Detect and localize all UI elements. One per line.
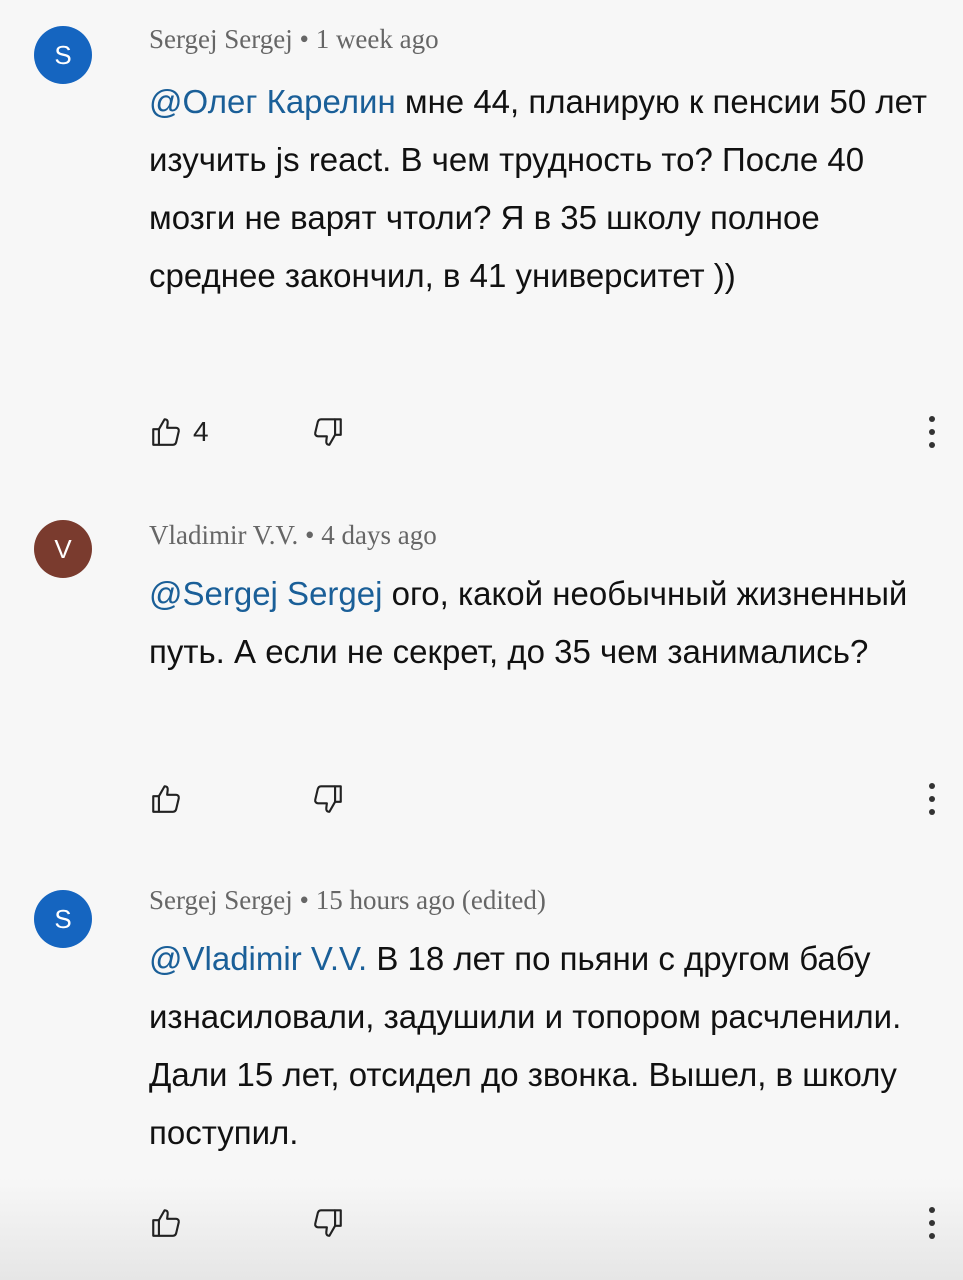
more-vertical-icon (929, 416, 935, 422)
comment-actions (149, 1198, 949, 1248)
avatar[interactable]: S (34, 890, 92, 948)
author-name[interactable]: Sergej Sergej (149, 885, 293, 915)
comment-actions: 4 (149, 407, 949, 457)
meta-separator: • (299, 885, 309, 915)
comment-meta: Vladimir V.V. • 4 days ago (149, 520, 437, 551)
author-name[interactable]: Vladimir V.V. (149, 520, 298, 550)
more-vertical-icon (929, 1207, 935, 1213)
like-count: 4 (193, 416, 209, 447)
more-vertical-icon (929, 783, 935, 789)
mention-link[interactable]: @Олег Карелин (149, 83, 396, 120)
dislike-button[interactable] (311, 1198, 345, 1248)
thumbs-up-icon (152, 785, 180, 813)
mention-link[interactable]: @Sergej Sergej (149, 575, 382, 612)
thumbs-down-icon (314, 418, 342, 446)
comment-text: @Sergej Sergej ого, какой необычный жизн… (149, 565, 949, 681)
comment-actions (149, 774, 949, 824)
more-options-button[interactable] (915, 774, 949, 824)
like-button[interactable] (149, 774, 193, 824)
dislike-button[interactable] (311, 774, 345, 824)
comment-text: @Олег Карелин мне 44, планирую к пенсии … (149, 73, 949, 305)
comment-meta: Sergej Sergej • 1 week ago (149, 24, 439, 55)
dislike-button[interactable] (311, 407, 345, 457)
like-button[interactable]: 4 (149, 407, 209, 457)
more-options-button[interactable] (915, 407, 949, 457)
comment-time: 1 week ago (315, 24, 439, 54)
mention-link[interactable]: @Vladimir V.V. (149, 940, 367, 977)
avatar[interactable]: S (34, 26, 92, 84)
thumbs-up-icon (152, 1209, 180, 1237)
avatar-letter: S (54, 39, 72, 70)
avatar[interactable]: V (34, 520, 92, 578)
comment-meta: Sergej Sergej • 15 hours ago (edited) (149, 885, 546, 916)
comment-time: 4 days ago (321, 520, 437, 550)
avatar-letter: V (54, 533, 72, 564)
thumbs-down-icon (314, 1209, 342, 1237)
more-options-button[interactable] (915, 1198, 949, 1248)
thumbs-down-icon (314, 785, 342, 813)
comment-text: @Vladimir V.V. В 18 лет по пьяни с друго… (149, 930, 949, 1162)
meta-separator: • (299, 24, 309, 54)
thumbs-up-icon (152, 418, 180, 446)
author-name[interactable]: Sergej Sergej (149, 24, 293, 54)
comment-time: 15 hours ago (edited) (315, 885, 546, 915)
like-button[interactable] (149, 1198, 193, 1248)
meta-separator: • (305, 520, 315, 550)
avatar-letter: S (54, 903, 72, 934)
